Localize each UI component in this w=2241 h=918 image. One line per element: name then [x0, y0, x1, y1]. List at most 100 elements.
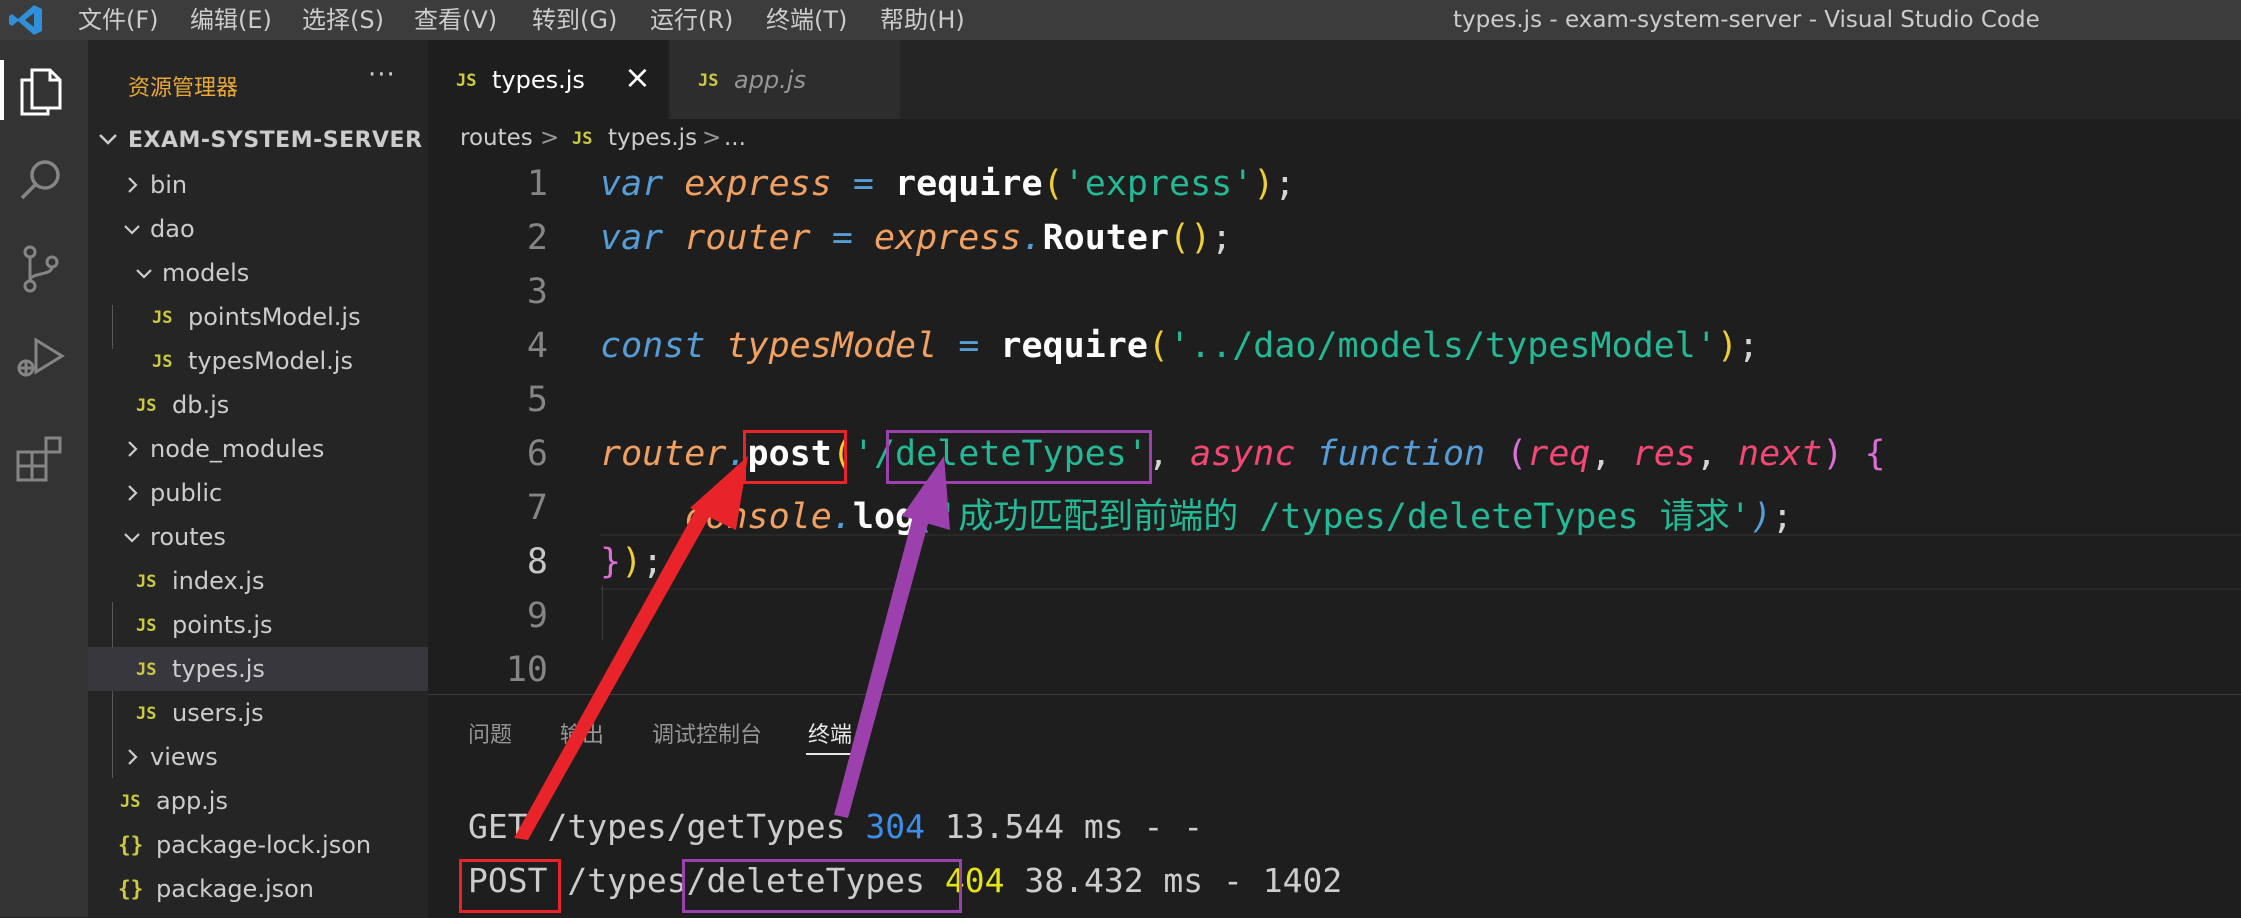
tree-item-index[interactable]: JS index.js [88, 559, 428, 603]
tree-item-bin[interactable]: bin [88, 163, 428, 207]
source-control-icon[interactable] [12, 240, 70, 298]
code-editor[interactable]: 1 2 3 4 5 6 7 8 9 10 var express = requi… [428, 164, 2241, 694]
tree-item-views[interactable]: views [88, 735, 428, 779]
paren: () [1169, 218, 1212, 258]
semicolon: ; [1211, 218, 1233, 258]
panel-tab-debug-console[interactable]: 调试控制台 [652, 717, 762, 749]
menu-view[interactable]: 查看(V) [414, 0, 497, 40]
tree-item-points[interactable]: JS points.js [88, 603, 428, 647]
menu-selection[interactable]: 选择(S) [302, 0, 384, 40]
activity-bar [0, 40, 88, 917]
tree-item-node-modules[interactable]: node_modules [88, 427, 428, 471]
brace: } [600, 542, 622, 582]
tree-item-typesmodel[interactable]: JS typesModel.js [88, 339, 428, 383]
tree-item-label: typesModel.js [188, 347, 353, 375]
line-number: 6 [526, 434, 548, 474]
tree-item-label: dao [150, 215, 195, 243]
menu-edit[interactable]: 编辑(E) [190, 0, 272, 40]
menu-goto[interactable]: 转到(G) [532, 0, 617, 40]
parameter: next [1738, 434, 1823, 474]
search-icon[interactable] [12, 152, 70, 210]
tree-item-label: routes [150, 523, 226, 551]
operator: = [852, 164, 874, 204]
tree-item-label: users.js [172, 699, 264, 727]
tree-item-package[interactable]: {} package.json [88, 867, 428, 911]
tree-item-public[interactable]: public [88, 471, 428, 515]
tree-item-pointsmodel[interactable]: JS pointsModel.js [88, 295, 428, 339]
request-path: /types/getTypes [547, 807, 846, 846]
menu-help[interactable]: 帮助(H) [880, 0, 965, 40]
annotation-box-post [743, 430, 847, 484]
extensions-icon[interactable] [12, 430, 70, 488]
paren: ( [1147, 326, 1169, 366]
tree-item-models[interactable]: models [88, 251, 428, 295]
menu-run[interactable]: 运行(R) [650, 0, 733, 40]
breadcrumb-folder[interactable]: routes [460, 125, 533, 151]
line-number: 2 [526, 218, 548, 258]
active-tab-underline [806, 753, 858, 755]
line-number: 3 [526, 272, 548, 312]
breadcrumb-symbol[interactable]: ... [724, 125, 746, 151]
identifier: console [684, 497, 832, 537]
line-number: 8 [526, 542, 548, 582]
project-name: EXAM-SYSTEM-SERVER [128, 128, 423, 153]
identifier: express [873, 218, 1022, 258]
annotation-box-path [886, 430, 1152, 484]
breadcrumb-separator: > [540, 125, 560, 151]
tab-types-js[interactable]: JS types.js × [428, 40, 668, 119]
keyword: function [1316, 434, 1486, 474]
paren: ) [1750, 497, 1772, 537]
bottom-panel: 问题 输出 调试控制台 终端 GET /types/getTypes 304 1… [428, 694, 2241, 918]
breadcrumb: routes > JS types.js > ... [428, 119, 2241, 164]
panel-tab-output[interactable]: 输出 [560, 717, 604, 749]
tab-label: types.js [492, 66, 585, 94]
panel-tab-terminal[interactable]: 终端 [808, 717, 852, 749]
string: '../dao/models/typesModel' [1168, 326, 1717, 366]
code-line-2: var router = express.Router(); [600, 218, 1232, 258]
tree-item-label: models [162, 259, 250, 287]
js-file-icon: JS [120, 792, 141, 812]
breadcrumb-file[interactable]: types.js [608, 125, 697, 151]
menu-file[interactable]: 文件(F) [78, 0, 159, 40]
status-code: 304 [865, 807, 925, 846]
string-quote: ' [852, 434, 874, 474]
line-number: 1 [526, 164, 548, 204]
paren: ( [916, 497, 938, 537]
identifier: router [600, 434, 727, 474]
js-file-icon: JS [572, 129, 593, 149]
chevron-right-icon [128, 177, 138, 193]
tree-item-package-lock[interactable]: {} package-lock.json [88, 823, 428, 867]
tree-item-routes[interactable]: routes [88, 515, 428, 559]
tree-item-label: db.js [172, 391, 230, 419]
js-file-icon: JS [136, 396, 157, 416]
operator: = [958, 326, 980, 366]
tab-app-js[interactable]: JS app.js [670, 40, 900, 119]
files-icon[interactable] [12, 62, 70, 120]
js-file-icon: JS [456, 71, 477, 91]
more-actions-icon[interactable]: ··· [368, 60, 396, 90]
run-debug-icon[interactable] [12, 328, 70, 386]
identifier: express [684, 164, 832, 204]
line-number: 5 [526, 380, 548, 420]
terminal-line-1: GET /types/getTypes 304 13.544 ms - - [468, 807, 1203, 846]
tree-item-label: views [150, 743, 218, 771]
tree-item-label: types.js [172, 655, 265, 683]
function-name: log [852, 497, 917, 537]
window-title: types.js - exam-system-server - Visual S… [1453, 7, 2040, 33]
paren: ) [1716, 326, 1738, 366]
tree-item-db[interactable]: JS db.js [88, 383, 428, 427]
tree-item-types[interactable]: JS types.js [88, 647, 428, 691]
tree-item-app[interactable]: JS app.js [88, 779, 428, 823]
panel-tab-problems[interactable]: 问题 [468, 717, 512, 749]
tree-item-users[interactable]: JS users.js [88, 691, 428, 735]
function-name: require [895, 164, 1043, 204]
menu-terminal[interactable]: 终端(T) [766, 0, 847, 40]
tree-item-dao[interactable]: dao [88, 207, 428, 251]
project-root[interactable]: EXAM-SYSTEM-SERVER [88, 119, 428, 163]
vscode-logo-icon[interactable] [6, 2, 46, 38]
string: '成功匹配到前端的 /types/deleteTypes 请求' [937, 497, 1751, 537]
parameter: res [1632, 434, 1696, 474]
parameter: req [1527, 434, 1591, 474]
paren: ( [1042, 164, 1064, 204]
close-tab-icon[interactable]: × [624, 58, 651, 96]
